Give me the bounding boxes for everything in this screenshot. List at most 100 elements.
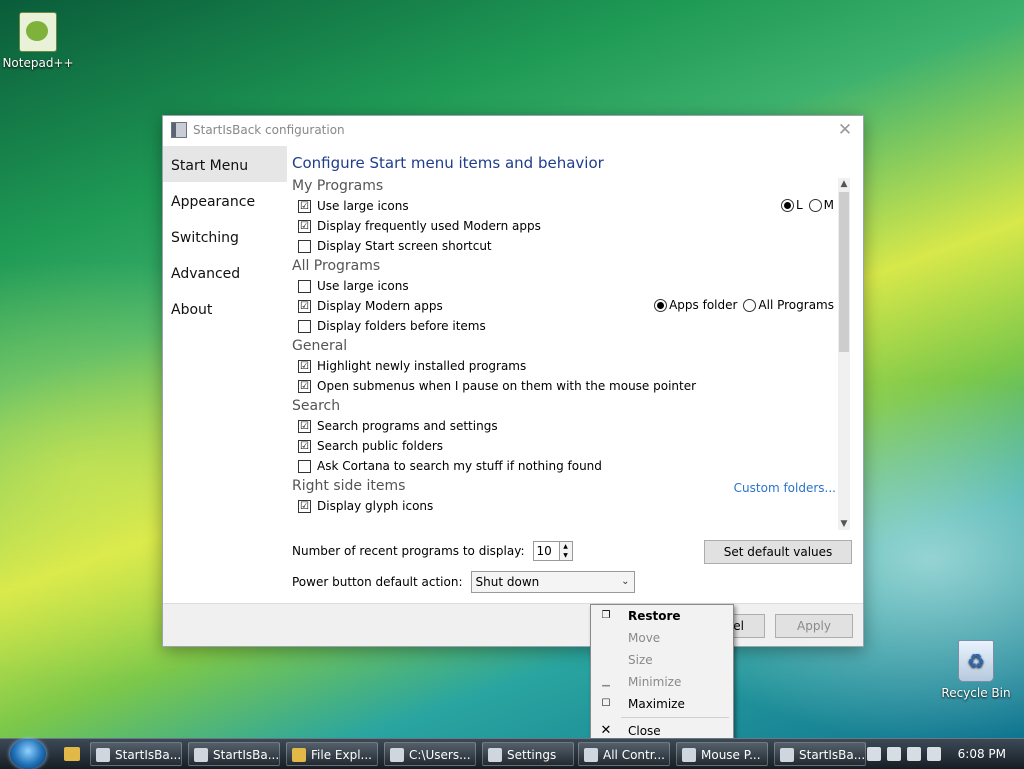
section-title-text: Right side items <box>292 478 406 494</box>
network-icon[interactable] <box>886 747 901 761</box>
taskbar-item[interactable]: Settings <box>482 742 574 766</box>
taskbar: StartIsBa... StartIsBa... File Expl... C… <box>0 738 1024 769</box>
checkbox[interactable]: ☑ <box>298 439 311 453</box>
option-row[interactable]: Ask Cortana to search my stuff if nothin… <box>292 456 852 476</box>
menu-item-move[interactable]: Move <box>591 627 733 649</box>
recent-programs-label: Number of recent programs to display: <box>292 544 525 558</box>
option-row[interactable]: Display folders before items <box>292 316 852 336</box>
app-icon <box>194 748 208 762</box>
sidebar-item-start-menu[interactable]: Start Menu <box>163 146 287 182</box>
menu-item-label: Maximize <box>628 697 685 711</box>
desktop-icon-notepadpp[interactable]: Notepad++ <box>0 12 76 70</box>
option-row[interactable]: Use large icons <box>292 276 852 296</box>
checkbox[interactable]: ☑ <box>298 499 311 513</box>
checkbox[interactable]: ☑ <box>298 379 311 393</box>
sidebar-item-advanced[interactable]: Advanced <box>163 254 287 290</box>
custom-folders-link[interactable]: Custom folders... <box>734 478 836 498</box>
system-tray: 6:08 PM <box>864 739 1024 769</box>
option-label: Use large icons <box>317 199 409 213</box>
restore-icon: ❐ <box>601 610 611 621</box>
checkbox[interactable]: ☑ <box>298 299 311 313</box>
taskbar-item[interactable]: StartIsBa... <box>90 742 182 766</box>
app-icon <box>171 122 187 138</box>
option-row[interactable]: ☑ Display frequently used Modern apps <box>292 216 852 236</box>
radio-apps-folder[interactable] <box>654 298 668 312</box>
recent-programs-input[interactable]: 10 <box>532 541 560 561</box>
taskbar-item[interactable]: All Contr... <box>578 742 670 766</box>
checkbox[interactable] <box>298 319 311 333</box>
option-row[interactable]: ☑ Search programs and settings <box>292 416 852 436</box>
menu-item-minimize[interactable]: ▁ Minimize <box>591 671 733 693</box>
file-explorer-quicklaunch-icon[interactable] <box>64 747 80 761</box>
minimize-icon: ▁ <box>602 676 610 687</box>
recycle-bin-icon: ♻ <box>958 640 994 682</box>
option-row[interactable]: ☑ Use large icons L M <box>292 196 852 216</box>
menu-item-maximize[interactable]: ☐ Maximize <box>591 693 733 715</box>
menu-item-restore[interactable]: ❐ Restore <box>591 605 733 627</box>
option-row[interactable]: ☑ Open submenus when I pause on them wit… <box>292 376 852 396</box>
taskbar-item[interactable]: StartIsBa... <box>188 742 280 766</box>
edge-icon <box>96 748 110 762</box>
checkbox[interactable] <box>298 279 311 293</box>
checkbox[interactable]: ☑ <box>298 419 311 433</box>
taskbar-item-label: Settings <box>507 748 557 762</box>
option-row[interactable]: ☑ Search public folders <box>292 436 852 456</box>
taskbar-item-label: File Expl... <box>311 748 372 762</box>
scroll-down-icon[interactable]: ▼ <box>838 518 850 530</box>
start-button[interactable] <box>10 739 46 769</box>
option-row[interactable]: ☑ Display glyph icons <box>292 496 852 516</box>
sidebar-item-appearance[interactable]: Appearance <box>163 182 287 218</box>
recent-programs-row: Number of recent programs to display: 10… <box>292 541 573 561</box>
radio-all-programs[interactable] <box>743 298 757 312</box>
checkbox[interactable] <box>298 239 311 253</box>
checkbox[interactable]: ☑ <box>298 359 311 373</box>
desktop-icon-recycle-bin[interactable]: ♻ Recycle Bin <box>938 640 1014 700</box>
checkbox[interactable] <box>298 459 311 473</box>
section-title-general: General <box>292 338 348 354</box>
taskbar-item[interactable]: C:\Users... <box>384 742 476 766</box>
radio-large[interactable] <box>780 198 794 212</box>
option-label: Display folders before items <box>317 319 486 333</box>
menu-item-label: Minimize <box>628 675 682 689</box>
option-label: Display Start screen shortcut <box>317 239 492 253</box>
notepadpp-icon <box>19 12 57 52</box>
vertical-scrollbar[interactable]: ▲ ▼ <box>838 178 850 530</box>
option-label: Search public folders <box>317 439 444 453</box>
menu-item-label: Close <box>628 724 661 738</box>
desktop-icon-label: Notepad++ <box>2 56 74 70</box>
display-icon[interactable] <box>906 747 921 761</box>
apply-button[interactable]: Apply <box>775 614 853 638</box>
close-icon[interactable]: ✕ <box>835 120 855 140</box>
scroll-thumb[interactable] <box>839 192 849 352</box>
taskbar-item[interactable]: StartIsBa... <box>774 742 866 766</box>
taskbar-item-label: StartIsBa... <box>799 748 866 762</box>
mouse-icon <box>682 748 696 762</box>
taskbar-item-label: Mouse P... <box>701 748 761 762</box>
dialog-footer: el Apply <box>163 603 863 646</box>
set-default-values-button[interactable]: Set default values <box>704 540 852 564</box>
radio-medium-label: M <box>823 198 834 212</box>
sidebar-item-switching[interactable]: Switching <box>163 218 287 254</box>
clock[interactable]: 6:08 PM <box>958 747 1006 761</box>
sidebar-item-about[interactable]: About <box>163 290 287 326</box>
checkbox[interactable]: ☑ <box>298 199 311 213</box>
scroll-up-icon[interactable]: ▲ <box>838 178 850 190</box>
menu-item-label: Move <box>628 631 661 645</box>
option-row[interactable]: ☑ Display Modern apps Apps folder All Pr… <box>292 296 852 316</box>
section-title-my-programs: My Programs <box>292 178 384 194</box>
security-shield-icon[interactable] <box>866 747 881 761</box>
power-button-row: Power button default action: Shut down ⌄ <box>292 571 635 593</box>
power-action-select[interactable]: Shut down ⌄ <box>470 571 635 593</box>
page-title: Configure Start menu items and behavior <box>292 154 604 172</box>
title-bar[interactable]: StartIsBack configuration <box>163 116 863 144</box>
option-label: Display glyph icons <box>317 499 434 513</box>
menu-item-size[interactable]: Size <box>591 649 733 671</box>
option-row[interactable]: ☑ Highlight newly installed programs <box>292 356 852 376</box>
option-row[interactable]: Display Start screen shortcut <box>292 236 852 256</box>
volume-muted-icon[interactable] <box>926 747 941 761</box>
spinner-arrows-icon[interactable]: ▲ ▼ <box>559 541 573 561</box>
taskbar-item[interactable]: File Expl... <box>286 742 378 766</box>
taskbar-item[interactable]: Mouse P... <box>676 742 768 766</box>
checkbox[interactable]: ☑ <box>298 219 311 233</box>
radio-medium[interactable] <box>808 198 822 212</box>
